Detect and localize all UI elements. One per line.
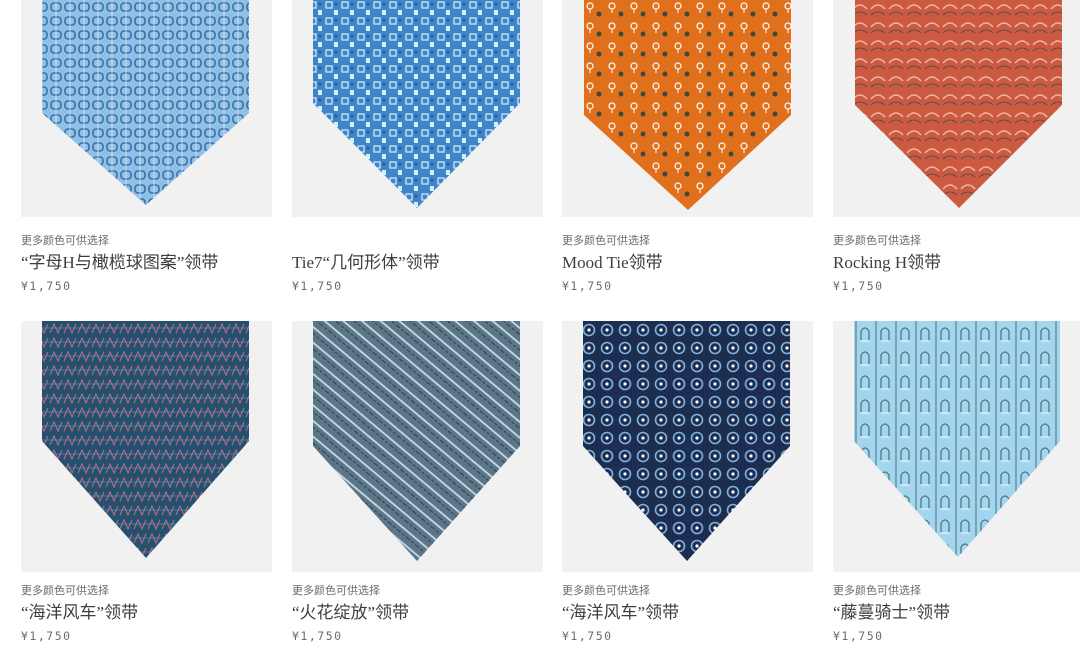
- product-image[interactable]: [833, 0, 1080, 217]
- product-name[interactable]: Mood Tie领带: [562, 251, 813, 275]
- tie-image: [42, 321, 249, 558]
- more-colors-label: 更多颜色可供选择: [562, 584, 650, 597]
- product-name[interactable]: “字母H与橄榄球图案”领带: [21, 251, 272, 275]
- product-grid: 更多颜色可供选择 “字母H与橄榄球图案”领带 ¥1,750 Tie7“几何形体”…: [0, 0, 1080, 654]
- more-colors-label: 更多颜色可供选择: [21, 584, 109, 597]
- product-price: ¥1,750: [292, 629, 343, 643]
- product-price: ¥1,750: [21, 279, 72, 293]
- product-price: ¥1,750: [562, 279, 613, 293]
- tie-image: [855, 0, 1062, 208]
- product-image[interactable]: [292, 0, 543, 217]
- product-price: ¥1,750: [292, 279, 343, 293]
- product-price: ¥1,750: [21, 629, 72, 643]
- tie-image: [313, 321, 520, 561]
- more-colors-label: 更多颜色可供选择: [833, 584, 921, 597]
- more-colors-label: 更多颜色可供选择: [833, 234, 921, 247]
- product-price: ¥1,750: [833, 279, 884, 293]
- tie-image: [42, 0, 249, 205]
- product-name[interactable]: “藤蔓骑士”领带: [833, 601, 1080, 625]
- more-colors-label: 更多颜色可供选择: [292, 584, 380, 597]
- product-image[interactable]: [21, 0, 272, 217]
- tie-image: [854, 321, 1060, 557]
- more-colors-label: 更多颜色可供选择: [562, 234, 650, 247]
- product-name[interactable]: Rocking H领带: [833, 251, 1080, 275]
- product-image[interactable]: [562, 0, 813, 217]
- more-colors-label: 更多颜色可供选择: [21, 234, 109, 247]
- product-name[interactable]: “海洋风车”领带: [21, 601, 272, 625]
- product-image[interactable]: [21, 321, 272, 572]
- product-image[interactable]: [833, 321, 1080, 572]
- more-colors-label: [292, 233, 543, 248]
- product-price: ¥1,750: [562, 629, 613, 643]
- product-image[interactable]: [292, 321, 543, 572]
- tie-image: [583, 321, 790, 561]
- product-name[interactable]: Tie7“几何形体”领带: [292, 251, 543, 275]
- product-image[interactable]: [562, 321, 813, 572]
- tie-image: [313, 0, 520, 208]
- product-name[interactable]: “火花绽放”领带: [292, 601, 543, 625]
- product-name[interactable]: “海洋风车”领带: [562, 601, 813, 625]
- product-price: ¥1,750: [833, 629, 884, 643]
- tie-image: [584, 0, 791, 210]
